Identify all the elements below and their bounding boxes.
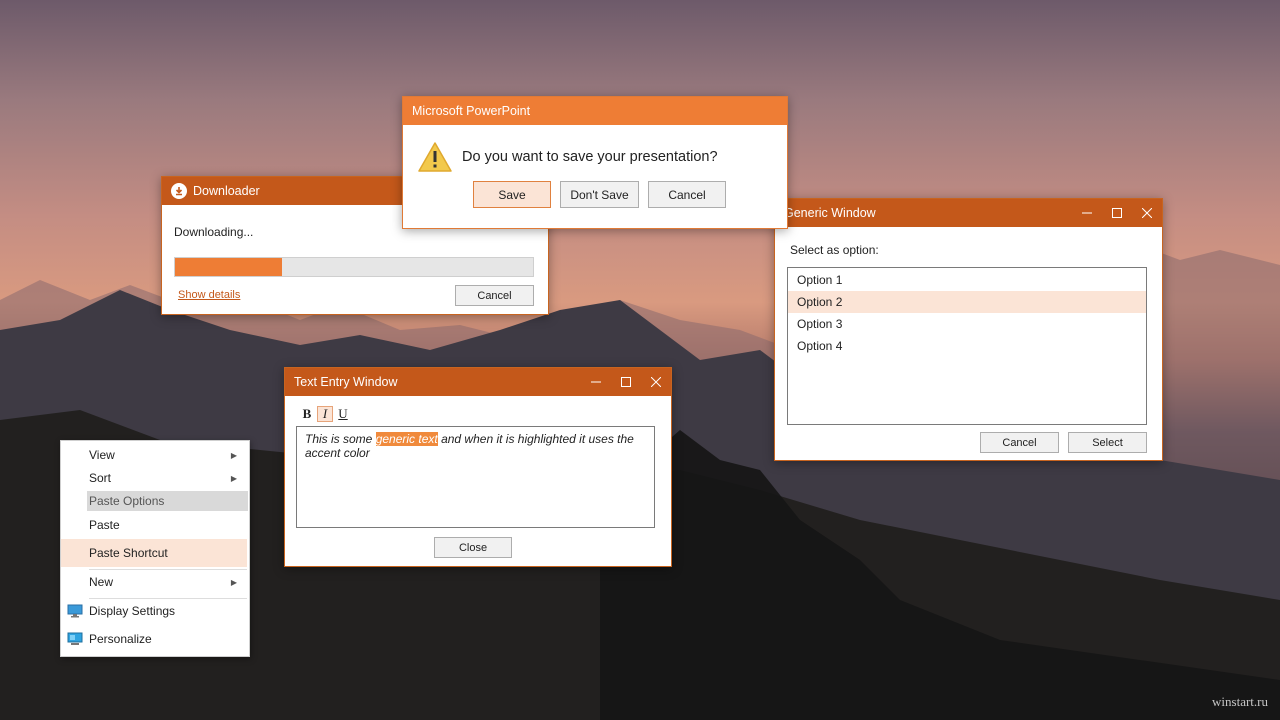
- maximize-icon: [621, 377, 631, 387]
- generic-select-button[interactable]: Select: [1068, 432, 1147, 453]
- minimize-icon: [1082, 212, 1092, 214]
- display-settings-icon: [67, 604, 83, 618]
- bold-button[interactable]: B: [299, 406, 315, 422]
- generic-cancel-button[interactable]: Cancel: [980, 432, 1059, 453]
- select-prompt: Select as option:: [790, 243, 879, 257]
- italic-button[interactable]: I: [317, 406, 333, 422]
- downloader-title: Downloader: [193, 184, 260, 198]
- chevron-right-icon: ▶: [230, 450, 237, 460]
- maximize-icon: [1112, 208, 1122, 218]
- generic-window: Generic Window Select as option: Option …: [774, 198, 1163, 461]
- watermark: winstart.ru: [1212, 694, 1268, 709]
- minimize-button[interactable]: [1072, 199, 1102, 227]
- generic-titlebar[interactable]: Generic Window: [775, 199, 1162, 227]
- personalize-icon: [67, 632, 83, 645]
- ctx-item-display-settings[interactable]: Display Settings: [61, 600, 247, 622]
- ctx-label: Paste Shortcut: [89, 546, 168, 560]
- ctx-label: Sort: [89, 471, 112, 485]
- ctx-separator: [89, 569, 247, 570]
- warning-icon: [418, 142, 452, 172]
- download-status: Downloading...: [174, 225, 254, 239]
- ctx-label: Display Settings: [89, 604, 176, 618]
- close-button[interactable]: [1132, 199, 1162, 227]
- chevron-right-icon: ▶: [230, 473, 237, 483]
- ctx-label: View: [89, 448, 115, 462]
- powerpoint-titlebar[interactable]: Microsoft PowerPoint: [403, 97, 787, 125]
- ctx-item-new[interactable]: New ▶: [61, 571, 247, 593]
- show-details-link[interactable]: Show details: [178, 289, 240, 301]
- maximize-button[interactable]: [611, 368, 641, 396]
- ctx-item-view[interactable]: View ▶: [61, 444, 247, 466]
- save-button[interactable]: Save: [473, 181, 551, 208]
- ctx-label: Paste: [89, 518, 120, 532]
- close-icon: [651, 377, 661, 387]
- desktop-context-menu: View ▶ Sort ▶ Paste Options Paste Paste …: [60, 440, 250, 657]
- ctx-item-paste-shortcut[interactable]: Paste Shortcut: [61, 539, 247, 567]
- text-entry-titlebar[interactable]: Text Entry Window: [285, 368, 671, 396]
- ctx-label: Paste Options: [89, 494, 165, 508]
- list-item[interactable]: Option 4: [788, 335, 1146, 357]
- generic-title: Generic Window: [784, 206, 876, 220]
- ctx-item-sort[interactable]: Sort ▶: [61, 467, 247, 489]
- list-item[interactable]: Option 3: [788, 313, 1146, 335]
- option-listbox[interactable]: Option 1 Option 2 Option 3 Option 4: [787, 267, 1147, 425]
- text-entry-title: Text Entry Window: [294, 375, 398, 389]
- minimize-icon: [591, 381, 601, 383]
- powerpoint-title: Microsoft PowerPoint: [412, 104, 531, 118]
- underline-button[interactable]: U: [335, 406, 351, 422]
- powerpoint-cancel-button[interactable]: Cancel: [648, 181, 726, 208]
- text-before: This is some: [305, 432, 376, 446]
- chevron-right-icon: ▶: [230, 577, 237, 587]
- desktop: Downloader Downloading... Show details C…: [0, 0, 1280, 720]
- ctx-item-personalize[interactable]: Personalize: [61, 628, 247, 650]
- text-entry-window: Text Entry Window B I U This is some gen…: [284, 367, 672, 567]
- maximize-button[interactable]: [1102, 199, 1132, 227]
- download-progress-bar: [174, 257, 534, 277]
- ctx-label: Personalize: [89, 632, 152, 646]
- save-question: Do you want to save your presentation?: [462, 149, 718, 165]
- close-button[interactable]: [641, 368, 671, 396]
- powerpoint-dialog: Microsoft PowerPoint Do you want to save…: [402, 96, 788, 229]
- dont-save-button[interactable]: Don't Save: [560, 181, 639, 208]
- text-entry-area[interactable]: This is some generic text and when it is…: [296, 426, 655, 528]
- text-selection: generic text: [375, 432, 438, 446]
- download-icon: [171, 183, 187, 199]
- list-item[interactable]: Option 2: [788, 291, 1146, 313]
- downloader-cancel-button[interactable]: Cancel: [455, 285, 534, 306]
- ctx-label: New: [89, 575, 114, 589]
- ctx-item-paste[interactable]: Paste: [61, 514, 247, 536]
- text-entry-close-button[interactable]: Close: [434, 537, 512, 558]
- close-icon: [1142, 208, 1152, 218]
- ctx-item-paste-options[interactable]: Paste Options: [87, 491, 248, 511]
- download-progress-fill: [175, 258, 283, 276]
- list-item[interactable]: Option 1: [788, 269, 1146, 291]
- ctx-separator: [89, 598, 247, 599]
- formatting-toolbar: B I U: [299, 406, 351, 422]
- minimize-button[interactable]: [581, 368, 611, 396]
